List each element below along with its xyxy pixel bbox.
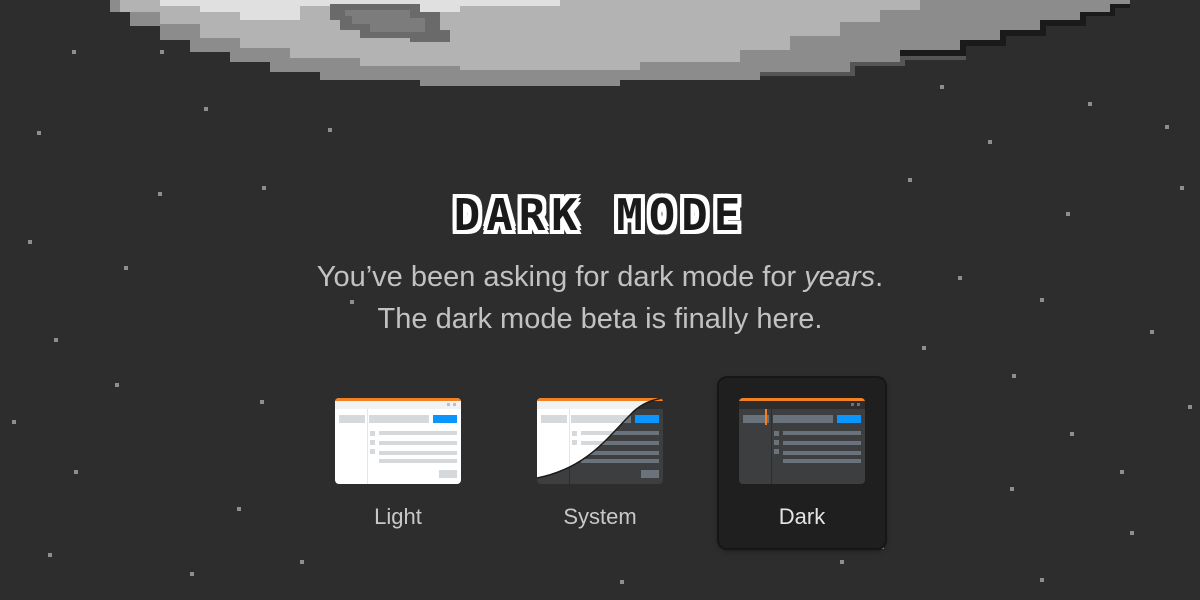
theme-option-label: Light <box>374 504 422 529</box>
hero-subtitle: You’ve been asking for dark mode for yea… <box>0 256 1200 340</box>
star <box>922 346 926 350</box>
star <box>48 553 52 557</box>
light-theme-preview <box>335 398 461 484</box>
subtitle-line-1: You’ve been asking for dark mode for yea… <box>0 256 1200 298</box>
star <box>190 572 194 576</box>
theme-option-label: Dark <box>778 504 826 529</box>
theme-option-dark[interactable]: Dark <box>719 378 885 548</box>
pixel-moon-illustration <box>110 0 1130 86</box>
dark-theme-preview <box>739 398 865 484</box>
subtitle-suffix: . <box>875 261 884 293</box>
theme-option-label: System <box>563 504 637 529</box>
theme-options: Light System Dark <box>0 378 1200 548</box>
subtitle-prefix: You’ve been asking for dark mode for <box>316 261 805 293</box>
page-title: DARK MODE <box>453 190 747 241</box>
star <box>840 560 844 564</box>
star <box>1040 578 1044 582</box>
subtitle-line-2: The dark mode beta is finally here. <box>377 303 823 335</box>
theme-option-light[interactable]: Light <box>315 378 481 548</box>
star <box>1088 102 1092 106</box>
star <box>300 560 304 564</box>
star <box>37 131 41 135</box>
theme-option-system[interactable]: System <box>517 378 683 548</box>
system-theme-preview <box>537 398 663 484</box>
star <box>204 107 208 111</box>
subtitle-emphasis: years <box>804 261 876 293</box>
star <box>328 128 332 132</box>
star <box>988 140 992 144</box>
star <box>620 580 624 584</box>
star <box>908 178 912 182</box>
star <box>1165 125 1169 129</box>
